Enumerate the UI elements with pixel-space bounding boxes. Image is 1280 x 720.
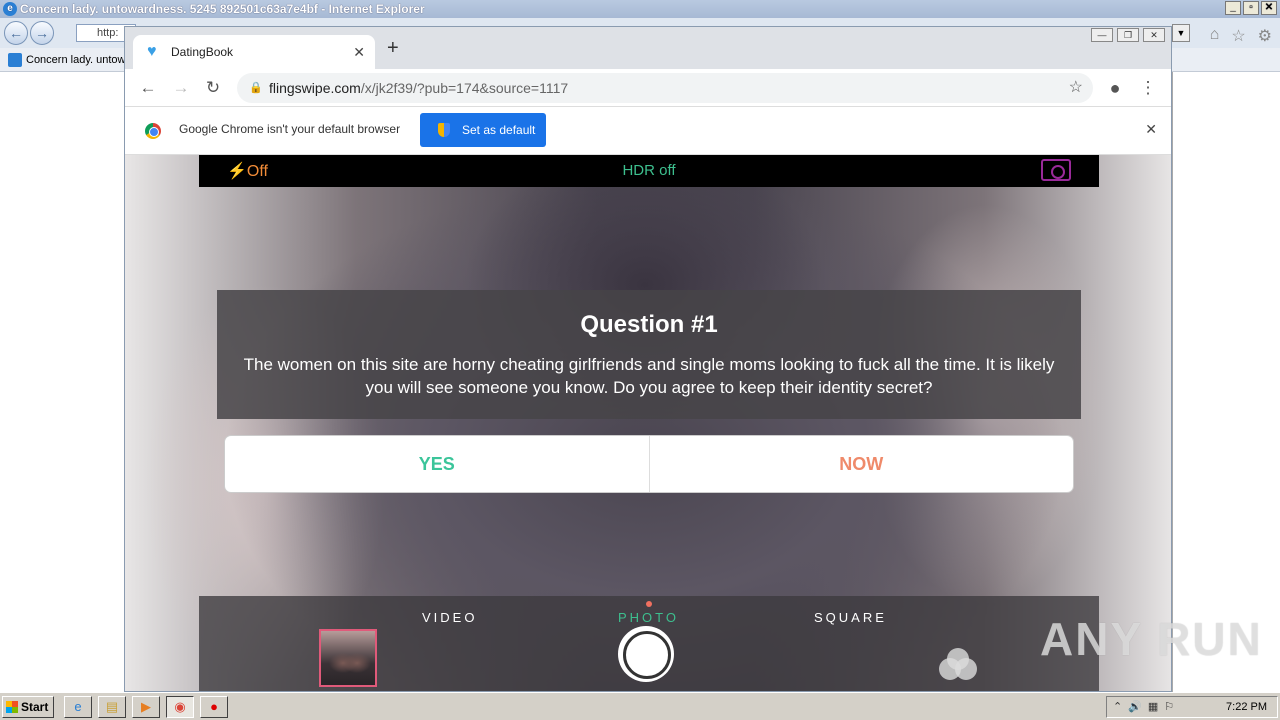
set-as-default-label: Set as default	[462, 123, 536, 137]
chrome-toolbar: ← → ↻ 🔒 flingswipe.com/x/jk2f39/?pub=174…	[125, 69, 1171, 107]
new-tab-button[interactable]: +	[387, 37, 399, 59]
camera-top-bar: ⚡Off HDR off	[199, 155, 1099, 187]
question-card: Question #1 The women on this site are h…	[217, 290, 1081, 419]
profile-icon[interactable]: ●	[1104, 77, 1126, 99]
ie-content-area	[1172, 72, 1280, 692]
reload-icon[interactable]: ↻	[202, 77, 224, 99]
clock: 7:22 PM	[1226, 701, 1267, 713]
chrome-close-button[interactable]: ✕	[1143, 28, 1165, 42]
tab-close-icon[interactable]: ✕	[353, 35, 365, 69]
infobar-message: Google Chrome isn't your default browser	[179, 122, 401, 136]
ie-close-button[interactable]: ✕	[1261, 1, 1277, 15]
ie-title-bar: e Concern lady. untowardness. 5245 89250…	[0, 0, 1280, 18]
set-as-default-button[interactable]: Set as default	[420, 113, 546, 147]
chrome-tab-strip: ♥ DatingBook ✕ + — ❐ ✕	[125, 27, 1171, 69]
default-browser-infobar: Google Chrome isn't your default browser…	[125, 107, 1171, 155]
filters-icon[interactable]	[939, 648, 979, 682]
ie-logo-icon: e	[3, 2, 17, 16]
answer-buttons: YES NOW	[224, 435, 1074, 493]
lock-icon: 🔒	[249, 82, 263, 94]
url-path: /x/jk2f39/?pub=174&source=1117	[360, 80, 569, 96]
camera-bottom-bar: VIDEO PHOTO SQUARE	[199, 596, 1099, 691]
question-text: The women on this site are horny cheatin…	[243, 355, 1055, 397]
active-mode-indicator	[646, 601, 652, 607]
ie-window-title: Concern lady. untowardness. 5245 892501c…	[20, 2, 425, 16]
anyrun-watermark: ANY RUN	[1040, 613, 1263, 665]
shield-icon	[438, 123, 450, 137]
warning-taskbar-icon[interactable]: ●	[200, 696, 228, 718]
chrome-logo-icon	[145, 123, 161, 139]
explorer-taskbar-icon[interactable]: ▤	[98, 696, 126, 718]
ie-minimize-button[interactable]: _	[1225, 1, 1241, 15]
ie-page-icon	[8, 53, 22, 67]
web-page: ⚡Off HDR off Question #1 The women on th…	[125, 155, 1171, 691]
windows-logo-icon	[6, 701, 18, 713]
mode-video[interactable]: VIDEO	[422, 610, 477, 625]
media-player-taskbar-icon[interactable]: ▶	[132, 696, 160, 718]
mode-square[interactable]: SQUARE	[814, 610, 887, 625]
back-arrow-icon[interactable]: ←	[137, 77, 159, 99]
gear-icon[interactable]: ⚙	[1258, 26, 1272, 46]
no-button[interactable]: NOW	[648, 436, 1074, 492]
chrome-tab-datingbook[interactable]: ♥ DatingBook ✕	[133, 35, 375, 69]
chrome-tab-title: DatingBook	[171, 45, 234, 59]
favorites-star-icon[interactable]: ☆	[1231, 26, 1245, 46]
menu-kebab-icon[interactable]: ⋮	[1137, 77, 1159, 99]
ie-tab-label: Concern lady. untowardness	[26, 54, 124, 66]
start-button[interactable]: Start	[2, 696, 54, 718]
chrome-taskbar-icon[interactable]: ◉	[166, 696, 194, 718]
taskbar: Start e ▤ ▶ ◉ ● ⌃🔊▦⚐ 7:22 PM	[0, 692, 1280, 720]
ie-address-dropdown[interactable]: ▼	[1172, 24, 1190, 42]
start-label: Start	[21, 700, 49, 714]
ie-back-button[interactable]: ←	[4, 21, 28, 45]
ie-forward-button[interactable]: →	[30, 21, 54, 45]
home-icon[interactable]: ⌂	[1210, 26, 1220, 46]
gallery-thumbnail[interactable]	[319, 629, 377, 687]
chrome-minimize-button[interactable]: —	[1091, 28, 1113, 42]
ie-taskbar-icon[interactable]: e	[64, 696, 92, 718]
mode-photo[interactable]: PHOTO	[618, 610, 679, 625]
question-title: Question #1	[580, 311, 718, 338]
ie-tab[interactable]: Concern lady. untowardness	[6, 51, 124, 71]
chrome-maximize-button[interactable]: ❐	[1117, 28, 1139, 42]
url-host: flingswipe.com	[269, 80, 361, 96]
hdr-toggle[interactable]: HDR off	[199, 162, 1099, 179]
system-tray: ⌃🔊▦⚐ 7:22 PM	[1106, 696, 1278, 718]
bookmark-star-icon[interactable]: ☆	[1069, 73, 1083, 103]
ie-maximize-button[interactable]: ▫	[1243, 1, 1259, 15]
shutter-button[interactable]	[618, 626, 674, 682]
forward-arrow-icon[interactable]: →	[170, 77, 192, 99]
infobar-close-icon[interactable]: ✕	[1145, 121, 1157, 138]
yes-button[interactable]: YES	[225, 436, 649, 492]
switch-camera-icon[interactable]	[1041, 159, 1071, 181]
chrome-window: ♥ DatingBook ✕ + — ❐ ✕ ← → ↻ 🔒 flingswip…	[124, 26, 1172, 692]
heart-icon: ♥	[147, 43, 157, 60]
tray-icons[interactable]: ⌃🔊▦⚐	[1113, 697, 1180, 717]
omnibox[interactable]: 🔒 flingswipe.com/x/jk2f39/?pub=174&sourc…	[237, 73, 1093, 103]
